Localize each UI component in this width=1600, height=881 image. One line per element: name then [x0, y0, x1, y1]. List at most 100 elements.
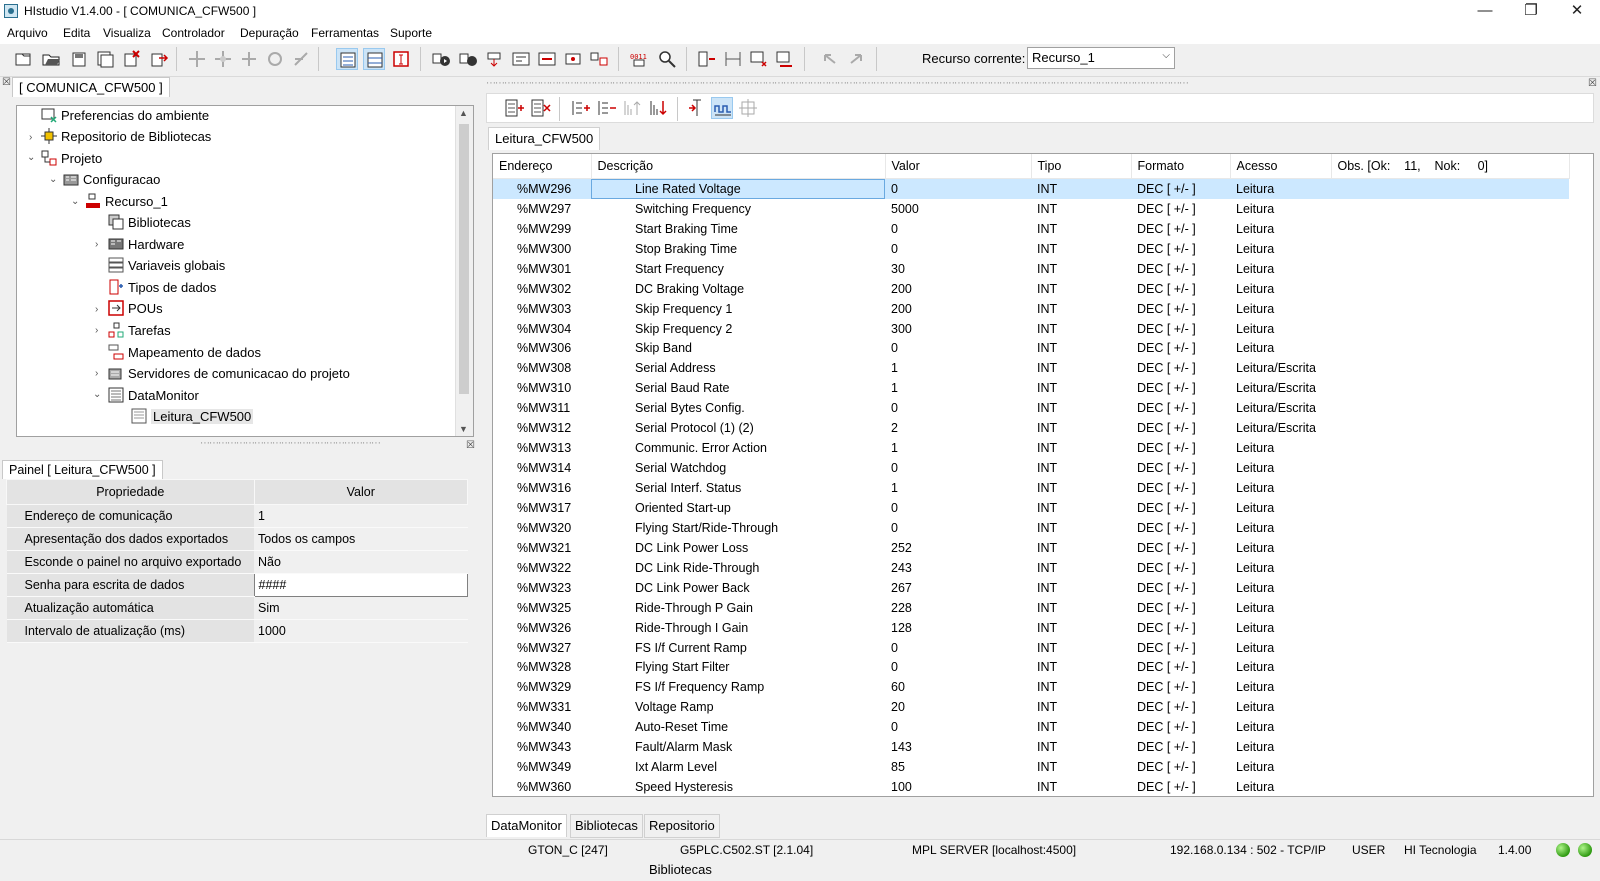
tree-item-tipos[interactable]: Tipos de dados: [108, 278, 216, 298]
online-icon[interactable]: [510, 48, 532, 70]
table-row[interactable]: %MW331 Voltage Ramp 20 INT DEC [ +/- ] Leitur…: [493, 697, 1569, 717]
collapse-icon[interactable]: ⌄: [93, 389, 103, 400]
save-all-icon[interactable]: [94, 48, 116, 70]
cell-valor[interactable]: 267: [885, 578, 1031, 598]
table-row[interactable]: %MW328 Flying Start Filter 0 INT DEC [ +/- ]…: [493, 658, 1569, 678]
property-value[interactable]: Não: [254, 550, 468, 574]
tree-item-bibliotecas[interactable]: Bibliotecas: [108, 213, 191, 233]
expand-icon[interactable]: ›: [29, 132, 39, 143]
tree-item-configuracao[interactable]: Configuracao: [63, 170, 160, 190]
property-row[interactable]: Esconde o painel no arquivo exportado Não: [6, 550, 468, 574]
move-down-icon[interactable]: [647, 97, 669, 119]
table-row[interactable]: %MW308 Serial Address 1 INT DEC [ +/- ] Leitu…: [493, 358, 1569, 378]
write-value-icon[interactable]: [685, 97, 707, 119]
tree-item-mapeamento[interactable]: Mapeamento de dados: [108, 343, 261, 363]
tree-item-leitura-cfw500[interactable]: Leitura_CFW500: [131, 407, 254, 427]
table-row[interactable]: %MW304 Skip Frequency 2 300 INT DEC [ +/- ] L…: [493, 319, 1569, 339]
expand-icon[interactable]: ›: [95, 368, 105, 379]
cell-valor[interactable]: 1: [885, 378, 1031, 398]
editor-close-icon[interactable]: ☒: [1588, 78, 1597, 89]
table-row[interactable]: %MW300 Stop Braking Time 0 INT DEC [ +/- ] Le…: [493, 239, 1569, 259]
cell-valor[interactable]: 228: [885, 598, 1031, 618]
cell-valor[interactable]: 0: [885, 498, 1031, 518]
column-header-tipo[interactable]: Tipo: [1031, 154, 1132, 179]
align-icon[interactable]: [186, 48, 208, 70]
column-header-valor[interactable]: Valor: [885, 154, 1032, 179]
tree-item-repositorio[interactable]: Repositorio de Bibliotecas: [41, 127, 211, 147]
export-icon[interactable]: [147, 48, 169, 70]
compile-icon[interactable]: [430, 48, 452, 70]
table-row[interactable]: %MW321 DC Link Power Loss 252 INT DEC [ +/- …: [493, 538, 1569, 558]
cell-valor[interactable]: 0: [885, 178, 1031, 199]
cell-valor[interactable]: 252: [885, 538, 1031, 558]
scrollbar-thumb[interactable]: [459, 124, 469, 394]
cell-valor[interactable]: 143: [885, 737, 1031, 757]
insert-row-icon[interactable]: [696, 48, 718, 70]
column-header-acesso[interactable]: Acesso: [1230, 154, 1332, 179]
tree-item-pous[interactable]: POUs: [108, 299, 163, 319]
cell-valor[interactable]: 200: [885, 279, 1031, 299]
breakpoint-icon[interactable]: [588, 48, 610, 70]
cell-valor[interactable]: 30: [885, 259, 1031, 279]
table-row[interactable]: %MW325 Ride-Through P Gain 228 INT DEC [ +/-…: [493, 598, 1569, 618]
minimize-button[interactable]: —: [1462, 0, 1508, 24]
new-file-icon[interactable]: [12, 48, 34, 70]
cell-valor[interactable]: 0: [885, 518, 1031, 538]
tree-item-preferencias[interactable]: Preferencias do ambiente: [41, 106, 209, 126]
table-row[interactable]: %MW340 Auto-Reset Time 0 INT DEC [ +/- ] Leit…: [493, 717, 1569, 737]
pane-close-icon[interactable]: ☒: [2, 77, 11, 88]
table-row[interactable]: %MW322 DC Link Ride-Through 243 INT DEC [ +/…: [493, 558, 1569, 578]
tab-leitura-cfw500[interactable]: Leitura_CFW500: [488, 127, 601, 150]
table-row[interactable]: %MW296 Line Rated Voltage 0 INT DEC [ +/- ] L…: [493, 178, 1569, 199]
copy-icon[interactable]: [264, 48, 286, 70]
build-icon[interactable]: [457, 48, 479, 70]
table-row[interactable]: %MW313 Communic. Error Action 1 INT DEC [ +/…: [493, 438, 1569, 458]
table-row[interactable]: %MW327 FS I/f Current Ramp 0 INT DEC [ +/- ]…: [493, 638, 1569, 658]
cell-valor[interactable]: 20: [885, 697, 1031, 717]
search-icon[interactable]: [656, 48, 678, 70]
expand-icon[interactable]: ›: [95, 325, 105, 336]
expand-icon[interactable]: ›: [95, 239, 105, 250]
property-value[interactable]: Sim: [254, 596, 468, 620]
cell-valor[interactable]: 5000: [885, 199, 1031, 219]
settings-icon[interactable]: [737, 97, 759, 119]
table-row[interactable]: %MW317 Oriented Start-up 0 INT DEC [ +/- ] Le…: [493, 498, 1569, 518]
property-row[interactable]: Senha para escrita de dados ####: [6, 573, 468, 597]
cell-valor[interactable]: 0: [885, 219, 1031, 239]
sort-down-icon[interactable]: [748, 48, 770, 70]
table-row[interactable]: %MW323 DC Link Power Back 267 INT DEC [ +/- …: [493, 578, 1569, 598]
insert-line-icon[interactable]: [569, 97, 591, 119]
cell-valor[interactable]: 60: [885, 677, 1031, 697]
splitter-grip[interactable]: ⋯⋯⋯⋯⋯⋯⋯⋯⋯⋯⋯⋯⋯⋯⋯⋯⋯⋯⋯⋯: [200, 438, 381, 449]
column-header-descricao[interactable]: Descrição: [591, 154, 886, 179]
tab-bibliotecas[interactable]: Bibliotecas: [570, 814, 643, 838]
resource-select[interactable]: Recurso_1 ⌵: [1027, 47, 1175, 69]
password-field[interactable]: ####: [253, 573, 468, 597]
tree-item-variaveis[interactable]: Variaveis globais: [108, 256, 225, 276]
cell-valor[interactable]: 0: [885, 717, 1031, 737]
restore-button[interactable]: ❐: [1508, 0, 1554, 24]
table-row[interactable]: %MW299 Start Braking Time 0 INT DEC [ +/- ] L…: [493, 219, 1569, 239]
expand-icon[interactable]: ›: [95, 304, 105, 315]
tab-datamonitor[interactable]: DataMonitor: [486, 814, 567, 837]
property-row[interactable]: Intervalo de atualização (ms) 1000: [6, 619, 468, 643]
save-icon[interactable]: [68, 48, 90, 70]
menu-ferramentas[interactable]: Ferramentas: [311, 26, 379, 40]
delete-line-icon[interactable]: [595, 97, 617, 119]
collapse-icon[interactable]: ⌄: [71, 196, 81, 207]
close-button[interactable]: ✕: [1554, 0, 1600, 24]
table-row[interactable]: %MW310 Serial Baud Rate 1 INT DEC [ +/- ] Lei…: [493, 378, 1569, 398]
table-row[interactable]: %MW329 FS I/f Frequency Ramp 60 INT DEC [ +/…: [493, 677, 1569, 697]
table-row[interactable]: %MW312 Serial Protocol (1) (2) 2 INT DEC [ +…: [493, 418, 1569, 438]
panel-close-icon[interactable]: ☒: [466, 440, 475, 451]
menu-controlador[interactable]: Controlador: [162, 26, 225, 40]
tree-item-datamonitor[interactable]: DataMonitor: [108, 386, 199, 406]
cell-valor[interactable]: 0: [885, 458, 1031, 478]
cell-valor[interactable]: 200: [885, 299, 1031, 319]
redo-icon[interactable]: [846, 48, 868, 70]
property-row[interactable]: Atualização automática Sim: [6, 596, 468, 620]
tab-repositorio[interactable]: Repositorio de Bibliotecas: [644, 814, 720, 877]
cell-valor[interactable]: 1: [885, 438, 1031, 458]
undo-icon[interactable]: [818, 48, 840, 70]
table-row[interactable]: %MW343 Fault/Alarm Mask 143 INT DEC [ +/- ] L…: [493, 737, 1569, 757]
